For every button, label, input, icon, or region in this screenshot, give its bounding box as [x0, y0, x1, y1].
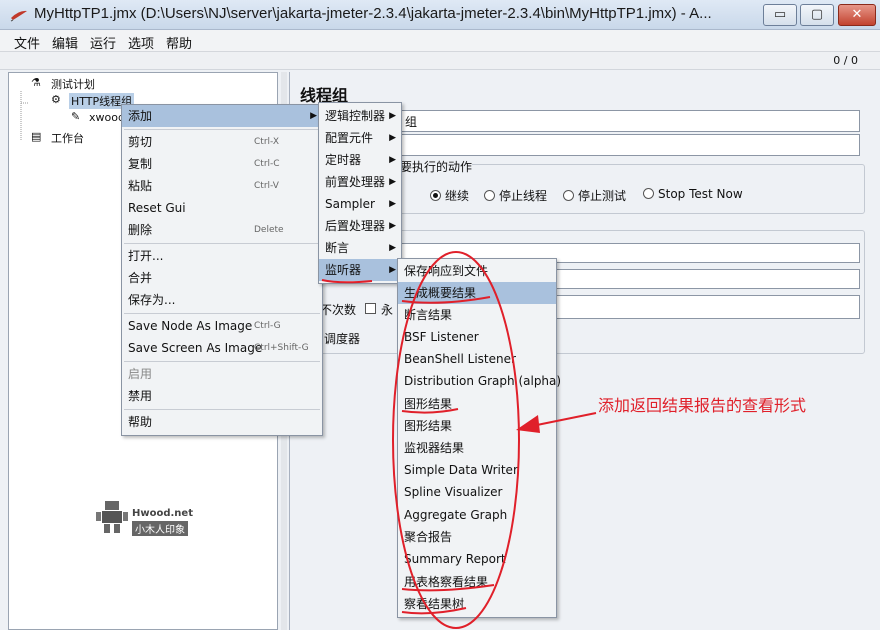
loop-count-label: 不次数	[320, 303, 357, 317]
menu-edit[interactable]: 编辑	[52, 33, 78, 52]
watermark-title: Hwood.net	[132, 508, 193, 519]
menu-item-cut[interactable]: 剪切 Ctrl-X	[122, 131, 322, 153]
tree-node-workbench[interactable]: 工作台	[51, 130, 84, 146]
menu-bar: 文件 编辑 运行 选项 帮助	[0, 30, 880, 52]
comment-field[interactable]	[400, 134, 860, 156]
listener-beanshell[interactable]: BeanShell Listener	[398, 348, 556, 370]
scheduler-label: 调度器	[324, 332, 361, 346]
listener-view-results-table[interactable]: 用表格察看结果	[398, 571, 556, 593]
window-title: MyHttpTP1.jmx (D:\Users\NJ\server\jakart…	[34, 5, 712, 22]
menu-item-enable: 启用	[128, 367, 153, 381]
submenu-sampler[interactable]: Sampler ▶	[319, 193, 401, 215]
error-action-label: 要执行的动作	[400, 158, 473, 175]
toolbar: 0 / 0	[0, 52, 880, 70]
menu-item-copy[interactable]: 复制 Ctrl-C	[122, 153, 322, 175]
close-button[interactable]: ✕	[838, 4, 876, 26]
menu-run[interactable]: 运行	[90, 33, 116, 52]
listener-spline-visualizer[interactable]: Spline Visualizer	[398, 481, 556, 503]
radio-stop-test[interactable]: 停止测试	[563, 187, 626, 204]
annotation-text: 添加返回结果报告的查看形式	[598, 396, 807, 415]
menu-item-save-node-image[interactable]: Save Node As Image Ctrl-G	[122, 315, 322, 337]
add-submenu: 逻辑控制器 ▶ 配置元件 ▶ 定时器 ▶ 前置处理器 ▶ Sampler ▶ 后置处理器 ▶…	[318, 102, 402, 284]
minimize-button[interactable]: ▭	[763, 4, 797, 26]
submenu-pre-processor[interactable]: 前置处理器 ▶	[319, 171, 401, 193]
submenu-listener[interactable]: 监听器 ▶	[319, 259, 401, 281]
listener-generate-summary[interactable]: 生成概要结果	[398, 282, 556, 304]
listener-monitor-results[interactable]: 监视器结果	[398, 437, 556, 459]
forever-checkbox[interactable]	[365, 303, 376, 314]
menu-item-help[interactable]: 帮助	[122, 411, 322, 433]
thread-group-icon: ⚙	[51, 93, 61, 106]
listener-aggregate-report[interactable]: 聚合报告	[398, 526, 556, 548]
listener-save-response[interactable]: 保存响应到文件	[398, 260, 556, 282]
radio-stop-thread[interactable]: 停止线程	[484, 187, 547, 204]
workbench-icon: ▤	[31, 130, 42, 143]
error-counter: 0 / 0	[833, 54, 858, 67]
listener-graph-results-1[interactable]: 图形结果	[398, 393, 556, 415]
listener-summary-report[interactable]: Summary Report	[398, 548, 556, 570]
radio-continue[interactable]: 继续	[430, 187, 469, 204]
robot-logo-icon	[96, 501, 128, 533]
forever-label: 永	[381, 303, 394, 317]
listener-submenu: 保存响应到文件 生成概要结果 断言结果 BSF Listener BeanShe…	[397, 258, 561, 618]
submenu-config-element[interactable]: 配置元件 ▶	[319, 127, 401, 149]
watermark: Hwood.net 小木人印象	[96, 500, 193, 537]
flask-icon: ⚗	[31, 76, 41, 89]
menu-help[interactable]: 帮助	[166, 33, 192, 52]
menu-item-save-as[interactable]: 保存为...	[122, 289, 322, 311]
listener-aggregate-graph[interactable]: Aggregate Graph	[398, 504, 556, 526]
menu-file[interactable]: 文件	[14, 33, 40, 52]
menu-item-reset-gui[interactable]: Reset Gui	[122, 197, 322, 219]
listener-assertion-results[interactable]: 断言结果	[398, 304, 556, 326]
context-menu: 添加 ▶ 剪切 Ctrl-X 复制 Ctrl-C 粘贴 Ctrl-V Reset Gui…	[121, 104, 323, 436]
watermark-subtitle: 小木人印象	[132, 521, 188, 536]
submenu-timer[interactable]: 定时器 ▶	[319, 149, 401, 171]
listener-bsf[interactable]: BSF Listener	[398, 326, 556, 348]
menu-item-merge[interactable]: 合并	[122, 267, 322, 289]
submenu-post-processor[interactable]: 后置处理器 ▶	[319, 215, 401, 237]
menu-item-delete[interactable]: 删除 Delete	[122, 219, 322, 241]
menu-item-add[interactable]: 添加 ▶	[122, 105, 322, 127]
jmeter-feather-icon	[10, 10, 27, 22]
menu-item-disable[interactable]: 禁用	[122, 385, 322, 407]
menu-item-save-screen-image[interactable]: Save Screen As Image Ctrl+Shift-G	[122, 337, 322, 359]
submenu-assertion[interactable]: 断言 ▶	[319, 237, 401, 259]
listener-distribution-graph[interactable]: Distribution Graph (alpha)	[398, 370, 561, 392]
tree-node-test-plan[interactable]: 测试计划	[51, 76, 95, 92]
maximize-button[interactable]: ▢	[800, 4, 834, 26]
radio-stop-test-now[interactable]: Stop Test Now	[643, 187, 743, 201]
menu-item-paste[interactable]: 粘贴 Ctrl-V	[122, 175, 322, 197]
menu-item-open[interactable]: 打开...	[122, 245, 322, 267]
submenu-logic-controller[interactable]: 逻辑控制器 ▶	[319, 105, 401, 127]
title-bar: MyHttpTP1.jmx (D:\Users\NJ\server\jakart…	[0, 0, 880, 30]
menu-options[interactable]: 选项	[128, 33, 154, 52]
listener-simple-data-writer[interactable]: Simple Data Writer	[398, 459, 556, 481]
tree-node-xwood[interactable]: xwood	[89, 111, 125, 124]
listener-view-results-tree[interactable]: 察看结果树	[398, 593, 556, 615]
listener-graph-results-2[interactable]: 图形结果	[398, 415, 556, 437]
name-field[interactable]: 组	[400, 110, 860, 132]
sampler-pen-icon: ✎	[71, 110, 81, 123]
